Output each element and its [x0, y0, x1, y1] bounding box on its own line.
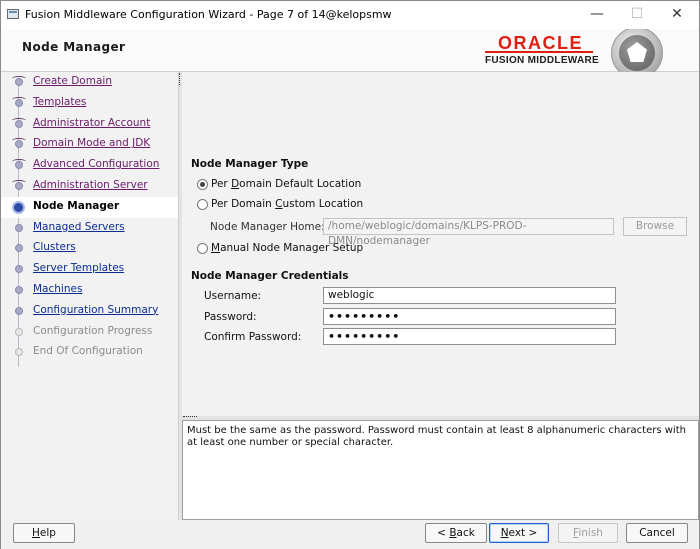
nav-step-label[interactable]: Clusters	[33, 241, 76, 253]
window-title: Fusion Middleware Configuration Wizard -…	[25, 8, 392, 21]
logo-divider	[485, 51, 593, 53]
step-marker-icon	[15, 244, 23, 253]
nav-step[interactable]: Templates	[1, 93, 178, 114]
step-marker-icon	[12, 96, 26, 107]
radio-manual-setup-label[interactable]: Manual Node Manager Setup	[211, 242, 363, 254]
step-marker-icon	[12, 76, 26, 86]
node-manager-home-input: /home/weblogic/domains/KLPS-PROD-DMN/nod…	[323, 218, 614, 247]
username-input[interactable]: weblogic	[323, 287, 616, 304]
app-window-icon	[7, 9, 19, 19]
nav-step-label: Configuration Progress	[33, 324, 153, 337]
nav-step-label[interactable]: Managed Servers	[33, 221, 125, 233]
step-marker-icon	[15, 348, 23, 357]
step-marker-icon	[12, 180, 26, 190]
nav-step: End Of Configuration	[1, 342, 178, 363]
finish-button: Finish	[558, 523, 618, 543]
back-button[interactable]: < Back	[425, 523, 487, 543]
confirm-password-label: Confirm Password:	[204, 331, 302, 343]
nav-step[interactable]: Advanced Configuration	[1, 155, 178, 176]
step-marker-icon	[12, 138, 26, 149]
page-title: Node Manager	[22, 40, 126, 54]
step-marker-icon	[15, 327, 23, 336]
minimize-button[interactable]: —	[576, 3, 618, 27]
step-marker-icon	[12, 117, 26, 128]
main-content: Node Manager Type Per Domain Default Loc…	[182, 72, 699, 416]
title-bar: Fusion Middleware Configuration Wizard -…	[1, 1, 699, 29]
help-button[interactable]: Help	[13, 523, 75, 543]
nav-step-label[interactable]: Node Manager	[33, 200, 119, 212]
step-marker-icon	[12, 159, 26, 170]
radio-button-icon[interactable]	[197, 199, 208, 210]
nav-step: Configuration Progress	[1, 322, 178, 343]
node-manager-home-label: Node Manager Home:	[210, 221, 325, 233]
nav-step-label[interactable]: Administration Server	[33, 179, 148, 191]
nav-step[interactable]: Create Domain	[1, 72, 178, 93]
username-label: Username:	[204, 290, 262, 302]
help-pane: Must be the same as the password. Passwo…	[182, 420, 699, 520]
wizard-steps-nav: Create Domain Templates Administrator Acco…	[1, 72, 178, 520]
password-label: Password:	[204, 311, 257, 323]
splitter-grip-icon	[183, 416, 197, 419]
node-manager-type-title: Node Manager Type	[191, 158, 309, 170]
confirm-password-input[interactable]: •••••••••	[323, 328, 616, 345]
nav-step[interactable]: Administrator Account	[1, 114, 178, 135]
help-text: Must be the same as the password. Passwo…	[187, 425, 686, 448]
nav-step[interactable]: Machines	[1, 280, 178, 301]
nav-step-label[interactable]: Domain Mode and JDK	[33, 137, 150, 149]
nav-step[interactable]: Managed Servers	[1, 218, 178, 239]
nav-step[interactable]: Administration Server	[1, 176, 178, 197]
step-marker-icon	[15, 286, 23, 294]
fusion-middleware-logo: FUSION MIDDLEWARE	[485, 55, 599, 66]
step-marker-icon	[15, 223, 23, 232]
radio-per-domain-default-label[interactable]: Per Domain Default Location	[211, 178, 361, 190]
maximize-button[interactable]: ☐	[616, 3, 658, 27]
nav-step[interactable]: Clusters	[1, 238, 178, 259]
next-button[interactable]: Next >	[489, 523, 549, 543]
step-marker-icon	[15, 306, 23, 315]
nav-step-label[interactable]: Templates	[33, 96, 86, 108]
nav-step-label: End Of Configuration	[33, 345, 143, 358]
browse-button: Browse	[623, 217, 687, 236]
radio-per-domain-custom-label[interactable]: Per Domain Custom Location	[211, 198, 363, 210]
nav-step-label[interactable]: Create Domain	[33, 75, 112, 87]
nav-step-label[interactable]: Configuration Summary	[33, 304, 158, 316]
password-input[interactable]: •••••••••	[323, 308, 616, 325]
nav-step[interactable]: Configuration Summary	[1, 301, 178, 322]
nav-step[interactable]: Node Manager	[1, 196, 178, 218]
radio-button-checked-icon[interactable]	[197, 179, 208, 190]
cancel-button[interactable]: Cancel	[626, 523, 688, 543]
nav-step-label[interactable]: Administrator Account	[33, 117, 150, 129]
wizard-badge-icon	[603, 29, 699, 72]
nav-step-label[interactable]: Advanced Configuration	[33, 158, 159, 170]
button-bar: Help < Back Next > Finish Cancel	[1, 520, 699, 549]
credentials-title: Node Manager Credentials	[191, 270, 349, 282]
nav-step-label[interactable]: Machines	[33, 283, 82, 295]
nav-step-label[interactable]: Server Templates	[33, 262, 124, 274]
step-marker-icon	[15, 265, 23, 274]
nav-step[interactable]: Server Templates	[1, 259, 178, 280]
nav-step[interactable]: Domain Mode and JDK	[1, 134, 178, 155]
wizard-header: Node Manager ORACLE FUSION MIDDLEWARE	[1, 29, 699, 72]
step-marker-icon	[12, 200, 25, 214]
close-button[interactable]: ✕	[656, 3, 698, 27]
radio-button-icon[interactable]	[197, 243, 208, 254]
wizard-window: Fusion Middleware Configuration Wizard -…	[0, 0, 700, 549]
